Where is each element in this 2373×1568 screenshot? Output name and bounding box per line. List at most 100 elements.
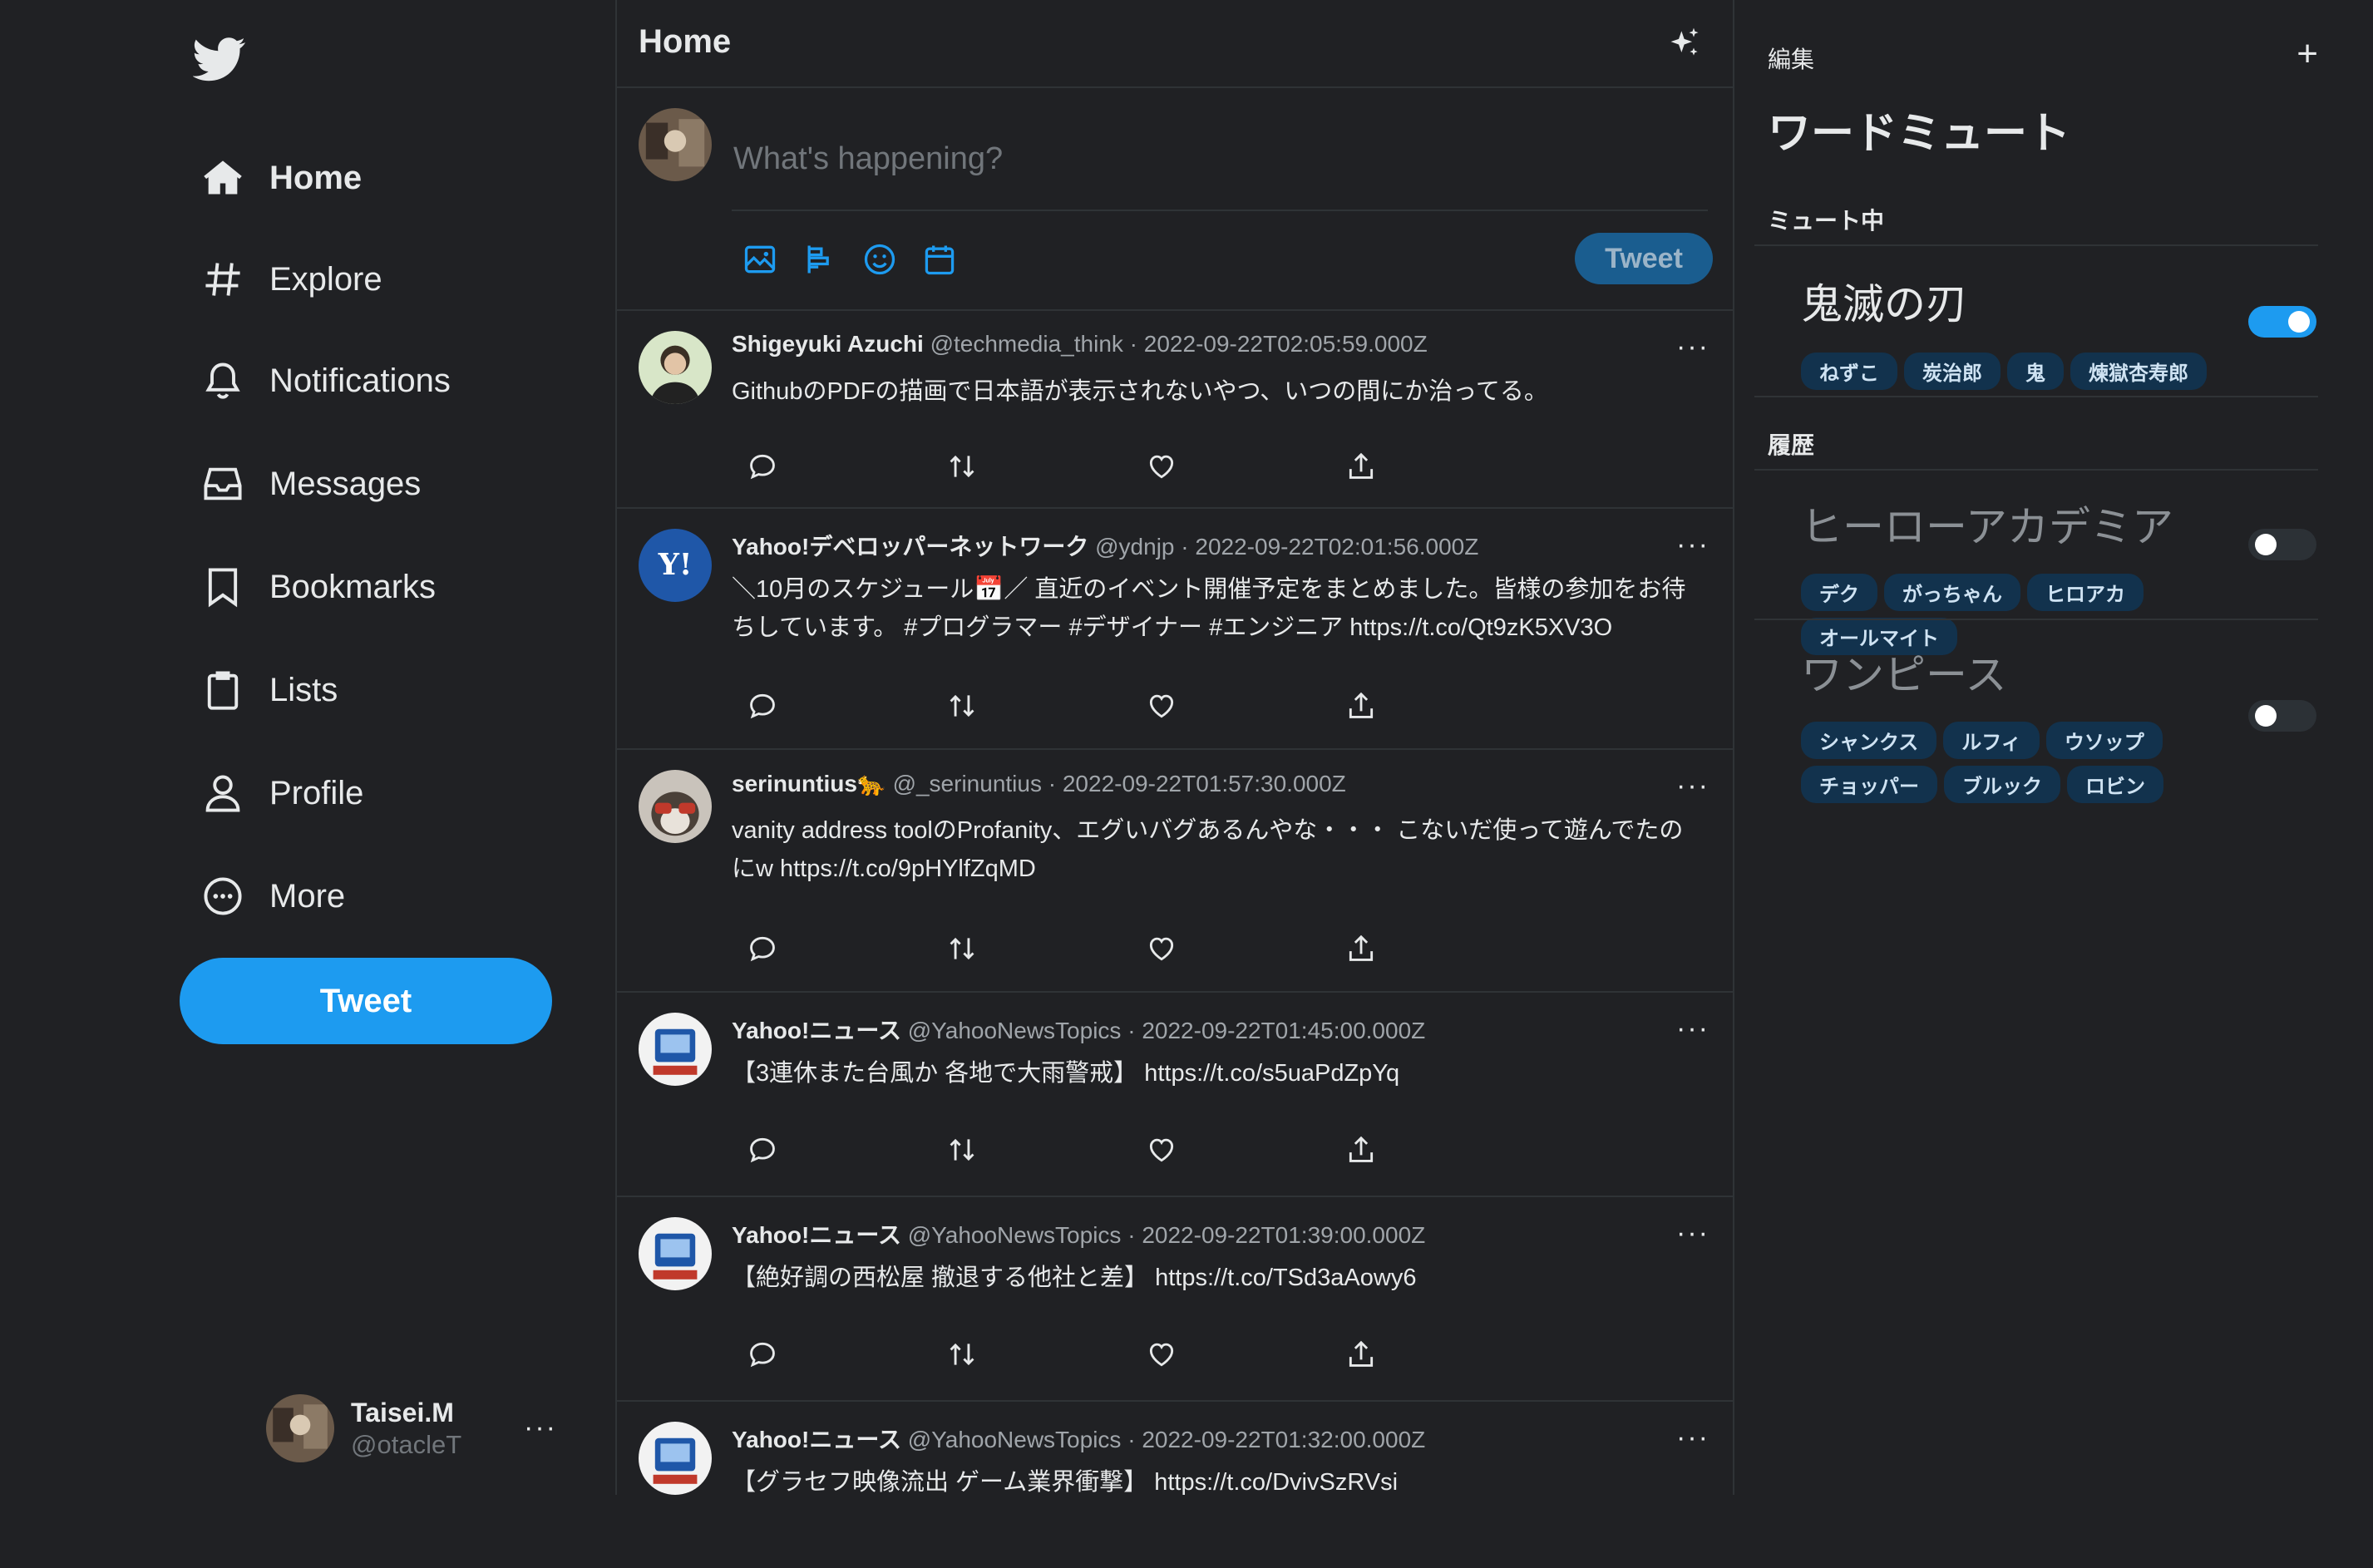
bell-icon [205, 362, 240, 399]
mute-toggle[interactable] [2248, 306, 2316, 338]
avatar[interactable] [639, 1422, 712, 1495]
bookmark-icon [208, 568, 238, 608]
like-icon[interactable] [1146, 690, 1177, 722]
retweet-icon[interactable] [946, 451, 978, 482]
retweet-icon[interactable] [946, 690, 978, 722]
twitter-logo-icon[interactable] [193, 32, 246, 85]
more-dots-icon[interactable]: ··· [1676, 770, 1709, 802]
like-icon[interactable] [1146, 933, 1177, 964]
section-history-label: 履歴 [1768, 432, 1815, 458]
reply-icon[interactable] [747, 933, 778, 964]
reply-icon[interactable] [747, 1339, 778, 1370]
edit-button[interactable]: 編集 [1768, 42, 1814, 75]
mute-tag: 炭治郎 [1904, 353, 2001, 390]
home-icon [204, 160, 242, 195]
tweet-author-handle[interactable]: @YahooNewsTopics [908, 1018, 1122, 1043]
like-icon[interactable] [1146, 1339, 1177, 1370]
tweet-button[interactable]: Tweet [180, 958, 552, 1044]
tweet[interactable]: Y! Yahoo!デベロッパーネットワーク @ydnjp · 2022-09-2… [617, 509, 1733, 750]
tweet-author-handle[interactable]: @techmedia_think [930, 331, 1123, 357]
nav-item-explore[interactable]: Explore [201, 246, 382, 313]
like-icon[interactable] [1146, 1134, 1177, 1166]
add-icon[interactable]: + [2297, 33, 2318, 75]
mute-item[interactable]: ワンピース シャンクス ルフィ ウソップ チョッパー ブルック ロビン [1801, 642, 2316, 803]
tweet[interactable]: serinuntius🐆 @_serinuntius · 2022-09-22T… [617, 750, 1733, 993]
like-icon[interactable] [1146, 451, 1177, 482]
compose-input[interactable] [732, 108, 1708, 211]
tweet-timestamp[interactable]: 2022-09-22T01:57:30.000Z [1063, 771, 1346, 796]
poll-icon[interactable] [802, 241, 838, 278]
mute-toggle[interactable] [2248, 700, 2316, 732]
nav-item-messages[interactable]: Messages [201, 451, 421, 517]
retweet-icon[interactable] [946, 1134, 978, 1166]
nav-label: Profile [269, 774, 364, 811]
tweet-author-name[interactable]: Yahoo!ニュース [732, 1222, 901, 1248]
nav-label: Explore [269, 260, 382, 298]
avatar [639, 108, 712, 181]
avatar[interactable] [639, 1013, 712, 1086]
mute-tag: 煉獄杏寿郎 [2070, 353, 2207, 390]
hashtag-icon [205, 263, 240, 296]
schedule-icon[interactable] [921, 241, 958, 278]
account-switcher[interactable]: Taisei.M @otacleT ··· [266, 1393, 565, 1463]
sparkle-icon[interactable] [1666, 25, 1703, 62]
share-icon[interactable] [1345, 933, 1377, 964]
tweet-author-handle[interactable]: @YahooNewsTopics [908, 1222, 1122, 1248]
tweet-author-handle[interactable]: @YahooNewsTopics [908, 1427, 1122, 1452]
more-dots-icon[interactable]: ··· [1676, 331, 1709, 363]
mute-toggle[interactable] [2248, 529, 2316, 560]
avatar[interactable]: Y! [639, 529, 712, 602]
more-dots-icon[interactable]: ··· [1676, 1422, 1709, 1454]
mute-tag: ヒロアカ [2027, 574, 2144, 611]
tweet[interactable]: Yahoo!ニュース @YahooNewsTopics · 2022-09-22… [617, 1197, 1733, 1402]
tweet-timestamp[interactable]: 2022-09-22T02:05:59.000Z [1144, 331, 1428, 357]
tweet-timestamp[interactable]: 2022-09-22T01:45:00.000Z [1142, 1018, 1425, 1043]
avatar[interactable] [639, 770, 712, 843]
more-dots-icon[interactable]: ··· [1676, 529, 1709, 561]
nav-item-home[interactable]: Home [201, 145, 362, 211]
tweet[interactable]: Yahoo!ニュース @YahooNewsTopics · 2022-09-22… [617, 1402, 1733, 1568]
emoji-icon[interactable] [861, 241, 898, 278]
more-dots-icon[interactable]: ··· [1676, 1013, 1709, 1045]
more-dots-icon[interactable]: ··· [524, 1412, 557, 1444]
compose-tweet-button[interactable]: Tweet [1575, 233, 1713, 284]
reply-icon[interactable] [747, 451, 778, 482]
tweet-timestamp[interactable]: 2022-09-22T01:32:00.000Z [1142, 1427, 1425, 1452]
more-dots-icon[interactable]: ··· [1676, 1217, 1709, 1250]
mute-word: ヒーローアカデミア [1801, 504, 2173, 550]
tweet-author-name[interactable]: serinuntius🐆 [732, 771, 886, 796]
avatar[interactable] [639, 331, 712, 404]
nav-item-notifications[interactable]: Notifications [201, 348, 451, 414]
tweet-timestamp[interactable]: 2022-09-22T02:01:56.000Z [1195, 534, 1478, 560]
share-icon[interactable] [1345, 1339, 1377, 1370]
tweet-author-name[interactable]: Yahoo!デベロッパーネットワーク [732, 534, 1088, 560]
tweet-author-handle[interactable]: @ydnjp [1095, 534, 1174, 560]
avatar [266, 1394, 334, 1462]
nav-item-profile[interactable]: Profile [201, 760, 363, 826]
word-mute-panel: 編集 + ワードミュート ミュート中 鬼滅の刃 ねずこ 炭治郎 鬼 煉獄杏寿郎 … [1733, 0, 2373, 1495]
tweet-author-name[interactable]: Yahoo!ニュース [732, 1427, 901, 1452]
tweet-timestamp[interactable]: 2022-09-22T01:39:00.000Z [1142, 1222, 1425, 1248]
sidebar-nav: Home Explore Notifications Messages Book… [0, 0, 615, 1495]
reply-icon[interactable] [747, 690, 778, 722]
tweet-text: vanity address toolのProfanity、エグいバグあるんやな… [732, 817, 1684, 882]
panel-title: ワードミュート [1768, 110, 2071, 158]
mute-item[interactable]: ヒーローアカデミア デク がっちゃん ヒロアカ オールマイト [1801, 494, 2316, 655]
retweet-icon[interactable] [946, 1339, 978, 1370]
reply-icon[interactable] [747, 1134, 778, 1166]
tweet-author-name[interactable]: Shigeyuki Azuchi [732, 331, 924, 357]
tweet-author-name[interactable]: Yahoo!ニュース [732, 1018, 901, 1043]
image-icon[interactable] [742, 241, 778, 278]
tweet[interactable]: Yahoo!ニュース @YahooNewsTopics · 2022-09-22… [617, 993, 1733, 1197]
nav-item-lists[interactable]: Lists [201, 657, 338, 723]
share-icon[interactable] [1345, 1134, 1377, 1166]
tweet[interactable]: Shigeyuki Azuchi @techmedia_think · 2022… [617, 311, 1733, 509]
mute-item[interactable]: 鬼滅の刃 ねずこ 炭治郎 鬼 煉獄杏寿郎 [1801, 271, 2316, 390]
share-icon[interactable] [1345, 451, 1377, 482]
nav-item-bookmarks[interactable]: Bookmarks [201, 554, 436, 620]
avatar[interactable] [639, 1217, 712, 1290]
nav-item-more[interactable]: More [201, 863, 345, 929]
tweet-author-handle[interactable]: @_serinuntius [893, 771, 1042, 796]
share-icon[interactable] [1345, 690, 1377, 722]
retweet-icon[interactable] [946, 933, 978, 964]
